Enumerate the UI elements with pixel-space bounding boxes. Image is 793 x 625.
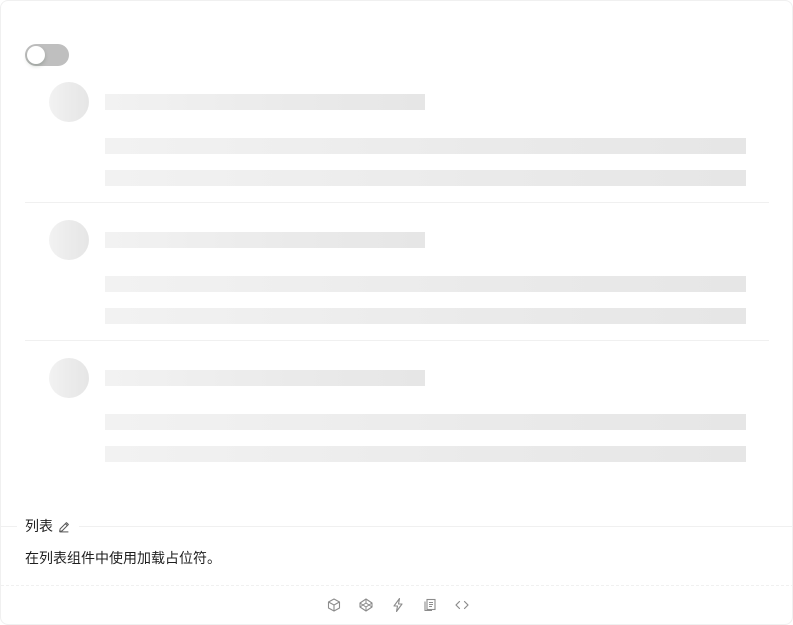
section-title: 列表 bbox=[17, 517, 79, 537]
codesandbox-icon[interactable] bbox=[326, 597, 342, 613]
skeleton-avatar bbox=[49, 220, 89, 260]
skeleton-paragraph-line bbox=[105, 446, 746, 462]
codepen-icon[interactable] bbox=[358, 597, 374, 613]
stackblitz-icon[interactable] bbox=[390, 597, 406, 613]
copy-icon[interactable] bbox=[422, 597, 438, 613]
code-icon[interactable] bbox=[454, 597, 470, 613]
skeleton-avatar bbox=[49, 82, 89, 122]
skeleton-title bbox=[105, 94, 425, 110]
skeleton-paragraph-line bbox=[105, 170, 746, 186]
skeleton-title bbox=[105, 232, 425, 248]
actions-divider bbox=[1, 585, 793, 586]
skeleton-title bbox=[105, 370, 425, 386]
skeleton-list bbox=[25, 65, 769, 478]
skeleton-paragraph-line bbox=[105, 308, 746, 324]
skeleton-paragraph-line bbox=[105, 138, 746, 154]
switch-knob bbox=[27, 46, 45, 64]
section-title-text: 列表 bbox=[25, 519, 53, 535]
skeleton-paragraph-line bbox=[105, 414, 746, 430]
section-description: 在列表组件中使用加载占位符。 bbox=[25, 551, 221, 567]
list-item bbox=[25, 341, 769, 478]
list-item bbox=[25, 203, 769, 341]
meta-divider bbox=[1, 526, 793, 527]
loading-switch[interactable] bbox=[25, 44, 69, 66]
code-actions bbox=[1, 597, 793, 615]
list-item bbox=[25, 65, 769, 203]
skeleton-avatar bbox=[49, 358, 89, 398]
edit-icon[interactable] bbox=[57, 520, 71, 534]
demo-card: 列表 在列表组件中使用加载占位符。 bbox=[0, 0, 793, 625]
skeleton-paragraph-line bbox=[105, 276, 746, 292]
